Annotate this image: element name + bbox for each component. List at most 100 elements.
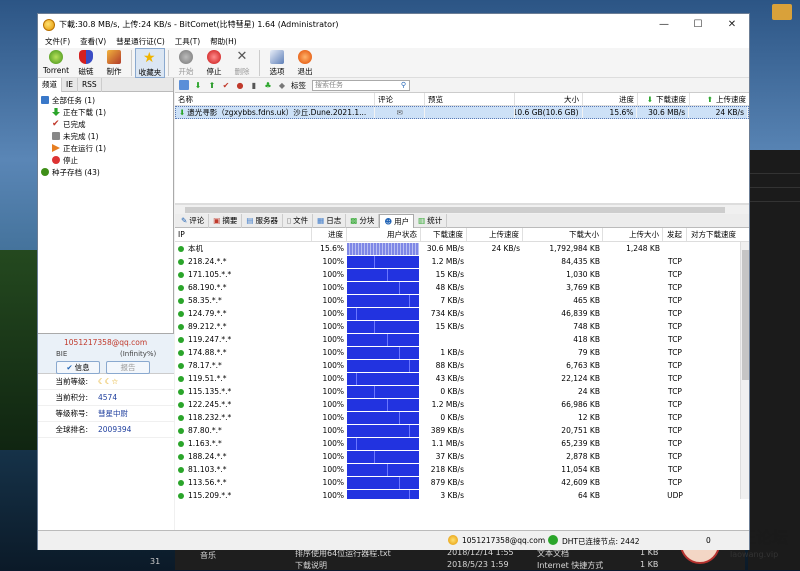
menu-view[interactable]: 查看(V) <box>75 36 111 47</box>
tree-item-incomplete[interactable]: 未完成 (1) <box>38 130 173 142</box>
col-peer-remote-down[interactable]: 对方下载速度 <box>687 228 739 241</box>
scroll-thumb[interactable] <box>185 207 725 213</box>
peer-upload-size <box>603 359 663 372</box>
search-input[interactable]: 搜索任务 ⚲ <box>312 79 410 91</box>
vertical-scrollbar[interactable] <box>740 242 749 499</box>
peer-row[interactable]: 118.232.*.* 100% 0 KB/s 12 KB TCP <box>175 411 749 424</box>
col-peer-init[interactable]: 发起 <box>663 228 687 241</box>
col-down-speed[interactable]: ⬇ 下载速度 <box>638 93 690 105</box>
peer-row[interactable]: 115.209.*.* 100% 3 KB/s 64 KB UDP <box>175 489 749 499</box>
col-ip[interactable]: IP <box>175 228 312 241</box>
report-button[interactable]: 报告 <box>106 361 150 374</box>
menu-file[interactable]: 文件(F) <box>40 36 75 47</box>
col-progress[interactable]: 进度 <box>583 93 638 105</box>
col-peer-up[interactable]: 上传速度 <box>467 228 523 241</box>
task-comment[interactable]: ✉ <box>375 107 426 118</box>
tab-log[interactable]: ▦ 日志 <box>313 213 347 228</box>
col-peer-down[interactable]: 下载速度 <box>421 228 467 241</box>
search-icon[interactable]: ⚲ <box>401 81 406 89</box>
check-icon[interactable]: ✔ <box>221 80 231 90</box>
col-size[interactable]: 大小 <box>515 93 583 105</box>
start-button[interactable]: 开始 <box>172 48 200 78</box>
col-up-speed[interactable]: ⬆ 上传速度 <box>690 93 749 105</box>
tab-peers[interactable]: ☻ 用户 <box>379 213 415 228</box>
task-row[interactable]: ⬇ 遗光寻影（zgxybbs.fdns.uk）沙丘.Dune.2021.1... … <box>175 106 749 119</box>
peer-row[interactable]: 119.247.*.* 100% 418 KB TCP <box>175 333 749 346</box>
peer-row[interactable]: 81.103.*.* 100% 218 KB/s 11,054 KB TCP <box>175 463 749 476</box>
title-bar[interactable]: 下載:30.8 MB/s, 上传:24 KB/s - BitComet(比特彗星… <box>38 14 749 35</box>
tag-label[interactable]: 标签 <box>291 80 306 91</box>
delete-button[interactable]: ✕ 删除 <box>228 48 256 78</box>
minimize-button[interactable]: — <box>647 14 681 35</box>
tab-channel[interactable]: 频道 <box>38 77 62 92</box>
col-name[interactable]: 名称 <box>175 93 375 105</box>
peer-row[interactable]: 1.163.*.* 100% 1.1 MB/s 65,239 KB TCP <box>175 437 749 450</box>
menu-help[interactable]: 帮助(H) <box>205 36 242 47</box>
peer-row[interactable]: 171.105.*.* 100% 15 KB/s 1,030 KB TCP <box>175 268 749 281</box>
tree-item-archive[interactable]: 种子存档 (43) <box>38 166 173 178</box>
peer-row[interactable]: 119.51.*.* 100% 43 KB/s 22,124 KB TCP <box>175 372 749 385</box>
upload-arrow-icon[interactable]: ⬆ <box>207 80 217 90</box>
desktop-folder-icon[interactable] <box>772 4 792 20</box>
close-button[interactable]: ✕ <box>715 14 749 35</box>
peer-row[interactable]: 124.79.*.* 100% 734 KB/s 46,839 KB TCP <box>175 307 749 320</box>
status-email[interactable]: 1051217358@qq.com <box>462 536 545 545</box>
col-preview[interactable]: 预览 <box>425 93 515 105</box>
tab-servers[interactable]: ▤ 服务器 <box>242 213 283 228</box>
maximize-button[interactable]: ☐ <box>681 14 715 35</box>
peer-row[interactable]: 115.135.*.* 100% 0 KB/s 24 KB TCP <box>175 385 749 398</box>
torrent-button[interactable]: Torrent <box>40 48 72 78</box>
tag-icon[interactable]: ◆ <box>277 80 287 90</box>
menu-tools[interactable]: 工具(T) <box>170 36 205 47</box>
stop-icon[interactable]: ● <box>235 80 245 90</box>
peer-row[interactable]: 本机 15.6% 30.6 MB/s 24 KB/s 1,792,984 KB 1,248… <box>175 242 749 255</box>
file-row-music[interactable]: 音乐 <box>200 550 216 561</box>
pause-icon[interactable]: ▮ <box>249 80 259 90</box>
peer-download-size: 22,124 KB <box>561 374 600 383</box>
tab-summary[interactable]: ▣ 摘要 <box>209 213 243 228</box>
make-torrent-button[interactable]: 制作 <box>100 48 128 78</box>
tab-pieces[interactable]: ▩ 分块 <box>346 213 380 228</box>
info-button[interactable]: ✔ 信息 <box>56 361 100 374</box>
user-email[interactable]: 1051217358@qq.com <box>64 338 147 347</box>
magnet-button[interactable]: 磁链 <box>72 48 100 78</box>
tab-comments[interactable]: ✎ 评论 <box>177 213 210 228</box>
peer-row[interactable]: 218.24.*.* 100% 1.2 MB/s 84,435 KB TCP <box>175 255 749 268</box>
tree-item-stopped[interactable]: 停止 <box>38 154 173 166</box>
tab-ie[interactable]: IE <box>62 77 78 92</box>
peer-row[interactable]: 174.88.*.* 100% 1 KB/s 79 KB TCP <box>175 346 749 359</box>
file-row-shortcut[interactable]: 下载说明 <box>295 560 327 571</box>
peer-row[interactable]: 78.17.*.* 100% 88 KB/s 6,763 KB TCP <box>175 359 749 372</box>
col-peer-progress[interactable]: 进度 <box>312 228 347 241</box>
download-arrow-icon[interactable]: ⬇ <box>193 80 203 90</box>
peer-row[interactable]: 122.245.*.* 100% 1.2 MB/s 66,986 KB TCP <box>175 398 749 411</box>
view-list-icon[interactable] <box>179 80 189 90</box>
peer-row[interactable]: 113.56.*.* 100% 879 KB/s 42,609 KB TCP <box>175 476 749 489</box>
tree-item-running[interactable]: 正在运行 (1) <box>38 142 173 154</box>
tab-stats[interactable]: ▥ 统计 <box>414 213 448 228</box>
tab-files[interactable]: ▯ 文件 <box>283 213 314 228</box>
scroll-thumb[interactable] <box>742 250 749 380</box>
col-peer-dsize[interactable]: 下载大小 <box>523 228 603 241</box>
piece-tick <box>356 372 357 385</box>
peer-row[interactable]: 87.80.*.* 100% 389 KB/s 20,751 KB TCP <box>175 424 749 437</box>
col-peer-usize[interactable]: 上传大小 <box>603 228 663 241</box>
peer-row[interactable]: 58.35.*.* 100% 7 KB/s 465 KB TCP <box>175 294 749 307</box>
tree-item-completed[interactable]: ✔ 已完成 <box>38 118 173 130</box>
exit-button[interactable]: 退出 <box>291 48 319 78</box>
horizontal-scrollbar[interactable] <box>175 204 749 214</box>
stop-button[interactable]: 停止 <box>200 48 228 78</box>
favorites-button[interactable]: ★ 收藏夹 <box>135 48 165 78</box>
tab-rss[interactable]: RSS <box>78 77 102 92</box>
menu-passport[interactable]: 彗星通行证(C) <box>111 36 170 47</box>
tree-item-all[interactable]: 全部任务 (1) <box>38 94 173 106</box>
tree-item-downloading[interactable]: 正在下载 (1) <box>38 106 173 118</box>
peer-row[interactable]: 188.24.*.* 100% 37 KB/s 2,878 KB TCP <box>175 450 749 463</box>
options-button[interactable]: 选项 <box>263 48 291 78</box>
col-comment[interactable]: 评论 <box>375 93 425 105</box>
peer-row[interactable]: 68.190.*.* 100% 48 KB/s 3,769 KB TCP <box>175 281 749 294</box>
seed-icon[interactable]: ♣ <box>263 80 273 90</box>
col-peer-status[interactable]: 用户状态 <box>347 228 421 241</box>
left-tabs: 频道 IE RSS <box>38 77 173 92</box>
peer-row[interactable]: 89.212.*.* 100% 15 KB/s 748 KB TCP <box>175 320 749 333</box>
